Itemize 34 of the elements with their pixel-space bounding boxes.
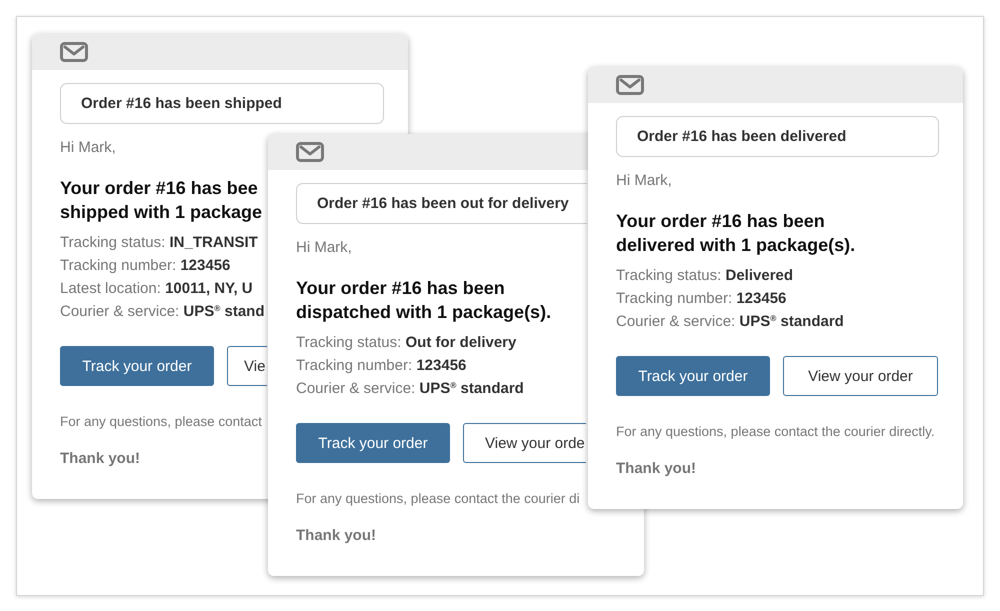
greeting-text: Hi Mark,: [60, 138, 116, 158]
order-heading: Your order #16 has been delivered with 1 package(s).: [616, 210, 856, 257]
view-order-button[interactable]: View your order: [783, 356, 938, 396]
mail-icon: [60, 42, 88, 62]
email-subject: Order #16 has been out for delivery: [296, 183, 587, 224]
closing-text: Thank you!: [616, 459, 696, 479]
tracking-detail: Courier & service: UPS$^{®}$ standard: [296, 379, 524, 399]
closing-text: Thank you!: [296, 526, 376, 546]
contact-note: For any questions, please contact the courier directly.: [616, 423, 935, 441]
tracking-detail: Tracking number: 123456: [616, 289, 786, 309]
tracking-detail: Latest location: 10011, NY, U: [60, 279, 253, 299]
order-heading: Your order #16 has been dispatched with 1 package(s).: [296, 277, 552, 324]
track-order-button[interactable]: Track your order: [60, 346, 214, 386]
contact-note: For any questions, please contact: [60, 413, 262, 431]
order-heading: Your order #16 has bee shipped with 1 package: [60, 177, 262, 224]
contact-note: For any questions, please contact the courier di: [296, 490, 580, 508]
view-order-button[interactable]: View your orde: [463, 423, 586, 463]
track-order-button[interactable]: Track your order: [616, 356, 770, 396]
tracking-detail: Tracking status: Delivered: [616, 266, 794, 286]
email-subject: Order #16 has been shipped: [60, 83, 384, 124]
tracking-detail: Tracking number: 123456: [296, 356, 466, 376]
mail-icon: [296, 142, 324, 162]
tracking-detail: Courier & service: UPS$^{®}$ stand: [60, 302, 264, 322]
tracking-detail: Tracking number: 123456: [60, 256, 230, 276]
view-order-button[interactable]: Vie: [227, 346, 267, 386]
tracking-detail: Courier & service: UPS$^{®}$ standard: [616, 312, 844, 332]
closing-text: Thank you!: [60, 449, 140, 469]
greeting-text: Hi Mark,: [296, 238, 352, 258]
email-subject: Order #16 has been delivered: [616, 116, 939, 157]
tracking-detail: Tracking status: IN_TRANSIT: [60, 233, 258, 253]
track-order-button[interactable]: Track your order: [296, 423, 450, 463]
mail-icon: [616, 75, 644, 95]
greeting-text: Hi Mark,: [616, 171, 672, 191]
tracking-detail: Tracking status: Out for delivery: [296, 333, 516, 353]
